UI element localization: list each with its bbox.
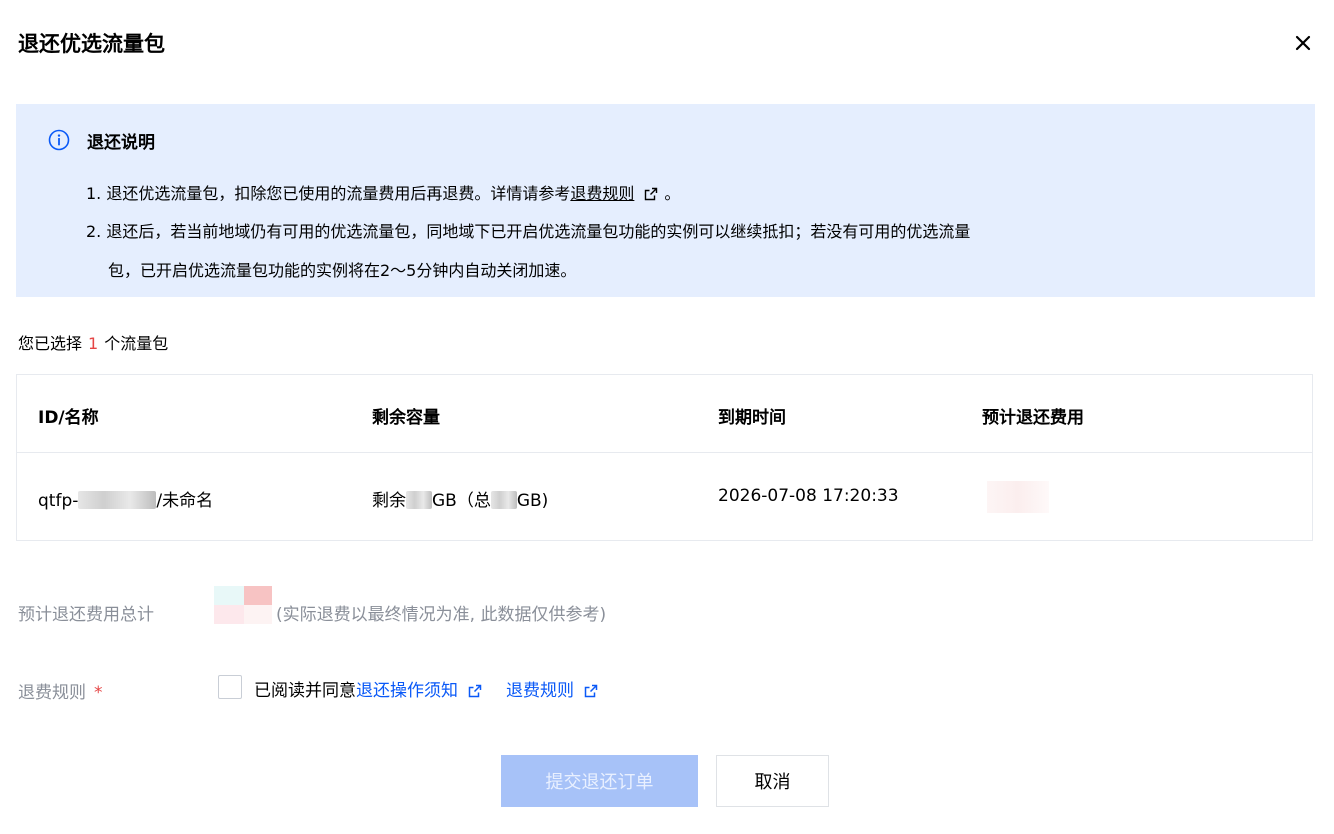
cancel-button[interactable]: 取消: [716, 755, 829, 807]
refund-rule-link-2[interactable]: 退费规则: [506, 681, 574, 701]
agree-text: 已阅读并同意退还操作须知 退费规则: [254, 676, 598, 703]
selection-count: 1: [88, 334, 99, 353]
refund-dialog: 退还优选流量包 退还说明 1. 退还优选流量包，扣除您已使用的流量费用后再退费。…: [0, 0, 1334, 834]
fee-total-label: 预计退还费用总计: [18, 605, 154, 625]
rule-label-text: 退费规则: [18, 683, 86, 703]
external-link-icon[interactable]: [468, 683, 482, 703]
refund-notice-link[interactable]: 退还操作须知: [356, 681, 458, 701]
required-mark: *: [94, 683, 103, 703]
package-table: ID/名称 剩余容量 到期时间 预计退还费用 qtfp- /未命名 剩余 GB（总 G…: [16, 374, 1313, 541]
notice-title: 退还说明: [87, 132, 155, 153]
header-remaining: 剩余容量: [372, 408, 440, 428]
table-header: ID/名称 剩余容量 到期时间 预计退还费用: [17, 375, 1312, 453]
selection-prefix: 您已选择: [18, 334, 83, 353]
selection-summary: 您已选择 1 个流量包: [18, 330, 168, 354]
id-prefix: qtfp-: [38, 491, 79, 511]
notice-line-1-text: 1. 退还优选流量包，扣除您已使用的流量费用后再退费。详情请参考: [86, 184, 571, 203]
remaining-b: GB（总: [432, 491, 491, 511]
refund-notice: 退还说明 1. 退还优选流量包，扣除您已使用的流量费用后再退费。详情请参考退费规…: [16, 104, 1315, 297]
remaining-a: 剩余: [372, 491, 406, 511]
dialog-title: 退还优选流量包: [18, 32, 165, 56]
id-suffix: /未命名: [156, 491, 214, 511]
header-id-name: ID/名称: [38, 408, 99, 428]
external-link-icon[interactable]: [584, 683, 598, 703]
external-link-icon[interactable]: [644, 186, 658, 205]
selection-suffix: 个流量包: [104, 334, 169, 353]
header-refund-fee: 预计退还费用: [982, 408, 1084, 428]
redacted-id: [78, 491, 157, 509]
redacted-total: [490, 491, 517, 509]
header-expire: 到期时间: [718, 408, 786, 428]
submit-refund-button[interactable]: 提交退还订单: [501, 755, 698, 807]
notice-line-3: 包，已开启优选流量包功能的实例将在2～5分钟内自动关闭加速。: [108, 261, 577, 280]
redacted-fee-total: [214, 586, 272, 624]
refund-rule-link[interactable]: 退费规则: [570, 184, 634, 203]
fee-note: (实际退费以最终情况为准, 此数据仅供参考): [276, 605, 607, 625]
cell-remaining: 剩余 GB（总 GB): [372, 486, 548, 511]
notice-header: 退还说明: [48, 129, 155, 153]
notice-line-1-end: 。: [664, 184, 681, 203]
redacted-refund-fee: [987, 481, 1049, 513]
info-icon: [48, 129, 70, 151]
remaining-c: GB): [516, 491, 549, 511]
rule-label: 退费规则 *: [18, 678, 103, 703]
cell-expire: 2026-07-08 17:20:33: [718, 486, 899, 506]
notice-line-2: 2. 退还后，若当前地域仍有可用的优选流量包，同地域下已开启优选流量包功能的实例…: [86, 222, 971, 241]
redacted-remaining: [406, 491, 432, 509]
table-row: qtfp- /未命名 剩余 GB（总 GB) 2026-07-08 17:20:33: [17, 453, 1312, 541]
notice-line-1: 1. 退还优选流量包，扣除您已使用的流量费用后再退费。详情请参考退费规则 。: [86, 180, 680, 205]
cell-id-name: qtfp- /未命名: [38, 486, 213, 511]
agree-prefix: 已阅读并同意: [254, 681, 356, 701]
close-icon[interactable]: [1290, 30, 1316, 56]
agree-checkbox[interactable]: [218, 675, 242, 699]
